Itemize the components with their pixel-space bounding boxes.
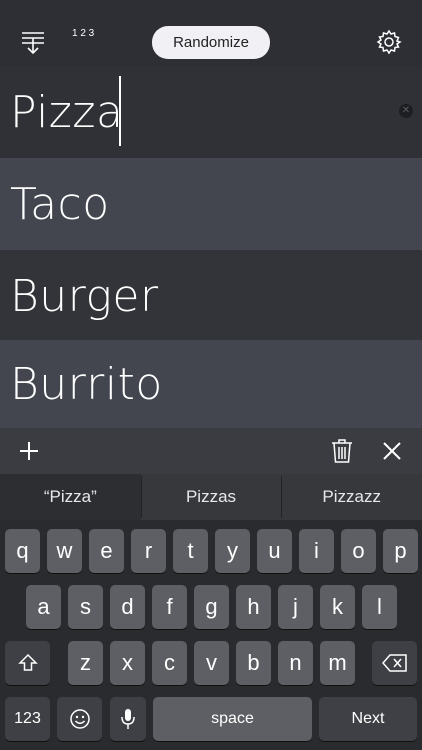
suggestion-item[interactable]: Pizzazz xyxy=(281,474,422,520)
clear-icon[interactable]: ✕ xyxy=(399,104,413,118)
randomize-label: Randomize xyxy=(173,34,249,51)
shift-key[interactable] xyxy=(5,641,50,685)
key-f[interactable]: f xyxy=(152,585,187,629)
key-t[interactable]: t xyxy=(173,529,208,573)
key-a[interactable]: a xyxy=(26,585,61,629)
list-item-label: Burrito xyxy=(10,358,163,410)
backspace-icon xyxy=(381,654,407,672)
space-key[interactable]: space xyxy=(153,697,312,741)
list-item[interactable]: Burrito xyxy=(0,340,422,428)
list-item-label: Taco xyxy=(10,178,110,230)
key-j[interactable]: j xyxy=(278,585,313,629)
key-m[interactable]: m xyxy=(320,641,355,685)
key-u[interactable]: u xyxy=(257,529,292,573)
key-g[interactable]: g xyxy=(194,585,229,629)
sort-down-icon[interactable] xyxy=(13,22,53,62)
key-y[interactable]: y xyxy=(215,529,250,573)
top-toolbar: 1 2 3 Randomize xyxy=(0,0,422,66)
key-c[interactable]: c xyxy=(152,641,187,685)
key-o[interactable]: o xyxy=(341,529,376,573)
key-r[interactable]: r xyxy=(131,529,166,573)
list-item[interactable]: Burger xyxy=(0,250,422,342)
key-e[interactable]: e xyxy=(89,529,124,573)
suggestion-item[interactable]: Pizzas xyxy=(140,474,282,520)
key-s[interactable]: s xyxy=(68,585,103,629)
key-h[interactable]: h xyxy=(236,585,271,629)
shift-icon xyxy=(17,653,38,671)
key-d[interactable]: d xyxy=(110,585,145,629)
list-item[interactable]: Taco xyxy=(0,158,422,250)
key-z[interactable]: z xyxy=(68,641,103,685)
key-p[interactable]: p xyxy=(383,529,418,573)
predictive-suggestions-bar: “Pizza” Pizzas Pizzazz xyxy=(0,474,422,520)
edit-bar xyxy=(0,428,422,474)
plus-icon[interactable] xyxy=(14,436,44,466)
gear-icon[interactable] xyxy=(369,22,409,62)
randomize-button[interactable]: Randomize xyxy=(152,26,270,59)
key-x[interactable]: x xyxy=(110,641,145,685)
emoji-icon xyxy=(69,709,90,729)
number-order-button[interactable]: 1 2 3 xyxy=(72,28,95,41)
text-cursor xyxy=(119,76,121,146)
key-w[interactable]: w xyxy=(47,529,82,573)
list-item-label: Burger xyxy=(10,270,159,322)
key-n[interactable]: n xyxy=(278,641,313,685)
key-b[interactable]: b xyxy=(236,641,271,685)
keyboard: q w e r t y u i o p a s d f g h j k l z … xyxy=(0,520,422,750)
trash-icon[interactable] xyxy=(327,436,357,466)
backspace-key[interactable] xyxy=(372,641,417,685)
key-l[interactable]: l xyxy=(362,585,397,629)
key-q[interactable]: q xyxy=(5,529,40,573)
emoji-key[interactable] xyxy=(57,697,102,741)
list-item-text-field[interactable]: Pizza xyxy=(0,87,123,138)
key-k[interactable]: k xyxy=(320,585,355,629)
numbers-key[interactable]: 123 xyxy=(5,697,50,741)
microphone-icon xyxy=(121,709,135,729)
number-order-label: 1 2 3 xyxy=(72,28,95,39)
close-icon[interactable] xyxy=(377,436,407,466)
suggestion-item[interactable]: “Pizza” xyxy=(0,474,141,520)
list-item[interactable]: Pizza xyxy=(0,66,422,158)
microphone-key[interactable] xyxy=(110,697,146,741)
next-key[interactable]: Next xyxy=(319,697,417,741)
key-i[interactable]: i xyxy=(299,529,334,573)
key-v[interactable]: v xyxy=(194,641,229,685)
